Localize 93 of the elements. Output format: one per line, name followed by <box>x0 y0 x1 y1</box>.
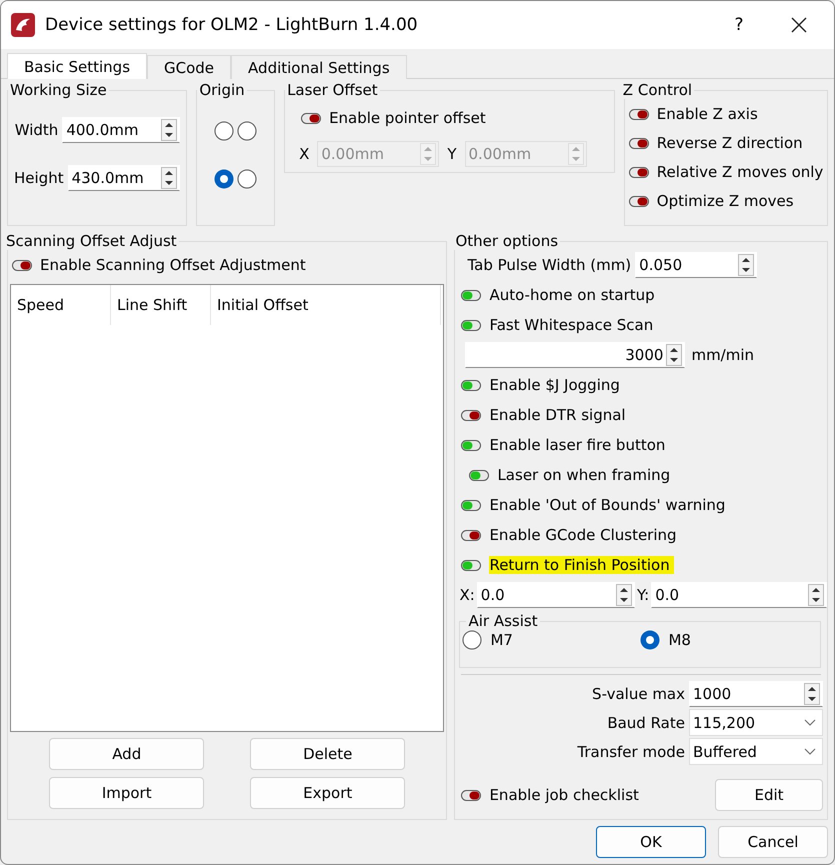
toggle-switch[interactable] <box>461 560 482 570</box>
table-action-button[interactable]: Add <box>49 738 204 770</box>
toggle-switch[interactable] <box>461 440 482 450</box>
toggle-label: Optimize Z moves <box>656 192 795 210</box>
help-button[interactable]: ? <box>714 5 764 45</box>
toggle-switch[interactable] <box>628 166 649 178</box>
radio-button[interactable] <box>237 169 258 189</box>
window-title: Device settings for OLM2 - LightBurn 1.4.00 <box>45 15 419 35</box>
toggle-switch[interactable] <box>12 260 32 270</box>
toggle-switch[interactable] <box>461 500 482 510</box>
group-title: Origin <box>198 81 246 99</box>
toggle-label: Enable $J Jogging <box>489 376 621 394</box>
field-label: X <box>299 145 310 163</box>
field-label: Width <box>14 121 58 139</box>
field-label: Baud Rate <box>607 714 685 732</box>
toggle-switch[interactable] <box>461 320 482 330</box>
toggle-label: Laser on when framing <box>497 466 672 484</box>
spin-arrows-icon[interactable] <box>161 119 178 141</box>
toggle-label: Enable Z axis <box>656 105 759 123</box>
toggle-label: Auto-home on startup <box>489 286 656 304</box>
radio-button[interactable] <box>237 121 258 141</box>
chevron-down-icon <box>804 718 816 726</box>
radio-button[interactable] <box>462 630 482 650</box>
toggle-label: Enable pointer offset <box>329 109 487 127</box>
radio-label: M7 <box>490 631 513 649</box>
toggle-switch[interactable] <box>628 138 649 148</box>
spin-arrows-icon[interactable] <box>161 167 178 189</box>
spin-field[interactable]: 0.0 <box>476 582 635 608</box>
column-header[interactable]: Speed <box>11 285 111 325</box>
tab[interactable]: Additional Settings <box>231 55 407 79</box>
spin-field[interactable]: 430.0mm <box>68 165 180 191</box>
toggle-switch[interactable] <box>461 790 482 800</box>
field-label: X: <box>459 586 475 604</box>
dropdown[interactable]: 115,200 <box>689 709 823 736</box>
spin-field[interactable]: 0.050 <box>635 252 758 278</box>
chevron-down-icon <box>804 748 816 756</box>
toggle-switch[interactable] <box>461 380 482 390</box>
spin-field[interactable]: 0.0 <box>651 582 827 608</box>
toggle-label: Enable DTR signal <box>489 406 627 424</box>
toggle-switch[interactable] <box>461 530 482 540</box>
toggle-switch[interactable] <box>461 290 482 300</box>
spin-arrows-icon[interactable] <box>804 682 820 704</box>
spin-field[interactable]: 1000 <box>689 680 823 706</box>
spin-arrows-icon[interactable] <box>616 584 632 606</box>
tab[interactable]: Basic Settings <box>7 53 148 79</box>
edit-button[interactable]: Edit <box>715 779 823 811</box>
toggle-switch[interactable] <box>628 108 649 120</box>
spin-arrows-icon[interactable] <box>808 584 824 606</box>
group-title: Air Assist <box>467 612 539 630</box>
table-action-button[interactable]: Export <box>250 777 406 809</box>
spin-field[interactable]: 3000 <box>465 342 686 368</box>
toggle-switch[interactable] <box>461 410 482 420</box>
field-label: S-value max <box>592 684 685 702</box>
toggle-switch[interactable] <box>469 470 490 480</box>
toggle-label: Fast Whitespace Scan <box>489 316 654 334</box>
spin-arrows-icon[interactable] <box>738 254 754 276</box>
toggle-label: Enable 'Out of Bounds' warning <box>489 496 726 514</box>
spin-field[interactable]: 400.0mm <box>62 117 180 143</box>
toggle-switch[interactable] <box>628 196 649 206</box>
dialog-button[interactable]: OK <box>596 826 706 858</box>
group-title: Working Size <box>9 81 108 99</box>
toggle-label: Relative Z moves only <box>656 163 824 181</box>
table-action-button[interactable]: Import <box>49 777 204 809</box>
radio-button[interactable] <box>640 630 660 650</box>
group-title: Scanning Offset Adjust <box>5 232 178 250</box>
group-title: Other options <box>454 232 560 250</box>
spin-arrows-icon[interactable] <box>666 344 682 366</box>
field-label: Height <box>14 169 64 187</box>
field-label: Transfer mode <box>577 742 685 760</box>
close-icon <box>790 16 808 34</box>
field-label: Y: <box>637 586 650 604</box>
tab[interactable]: GCode <box>147 55 232 79</box>
toggle-label: Return to Finish Position <box>489 556 674 574</box>
toggle-label: Enable job checklist <box>489 786 640 804</box>
group-title: Z Control <box>622 81 694 99</box>
radio-label: M8 <box>668 631 691 649</box>
group-title: Laser Offset <box>286 81 379 99</box>
radio-button[interactable] <box>214 169 234 189</box>
toggle-switch[interactable] <box>301 112 322 124</box>
field-label: Y <box>447 145 457 163</box>
unit-label: mm/min <box>691 346 754 364</box>
column-header[interactable]: Initial Offset <box>211 285 441 325</box>
table-action-button[interactable]: Delete <box>250 738 406 770</box>
app-logo-icon <box>11 13 35 37</box>
toggle-label: Reverse Z direction <box>656 134 804 152</box>
toggle-label: Enable laser fire button <box>489 436 666 454</box>
dropdown[interactable]: Buffered <box>689 738 823 765</box>
toggle-label: Enable GCode Clustering <box>489 526 678 544</box>
toggle-label: Enable Scanning Offset Adjustment <box>40 256 307 274</box>
field-label: Tab Pulse Width (mm) <box>467 256 632 274</box>
radio-button[interactable] <box>214 121 234 141</box>
dialog-button[interactable]: Cancel <box>718 826 828 858</box>
column-header[interactable]: Line Shift <box>111 285 211 325</box>
